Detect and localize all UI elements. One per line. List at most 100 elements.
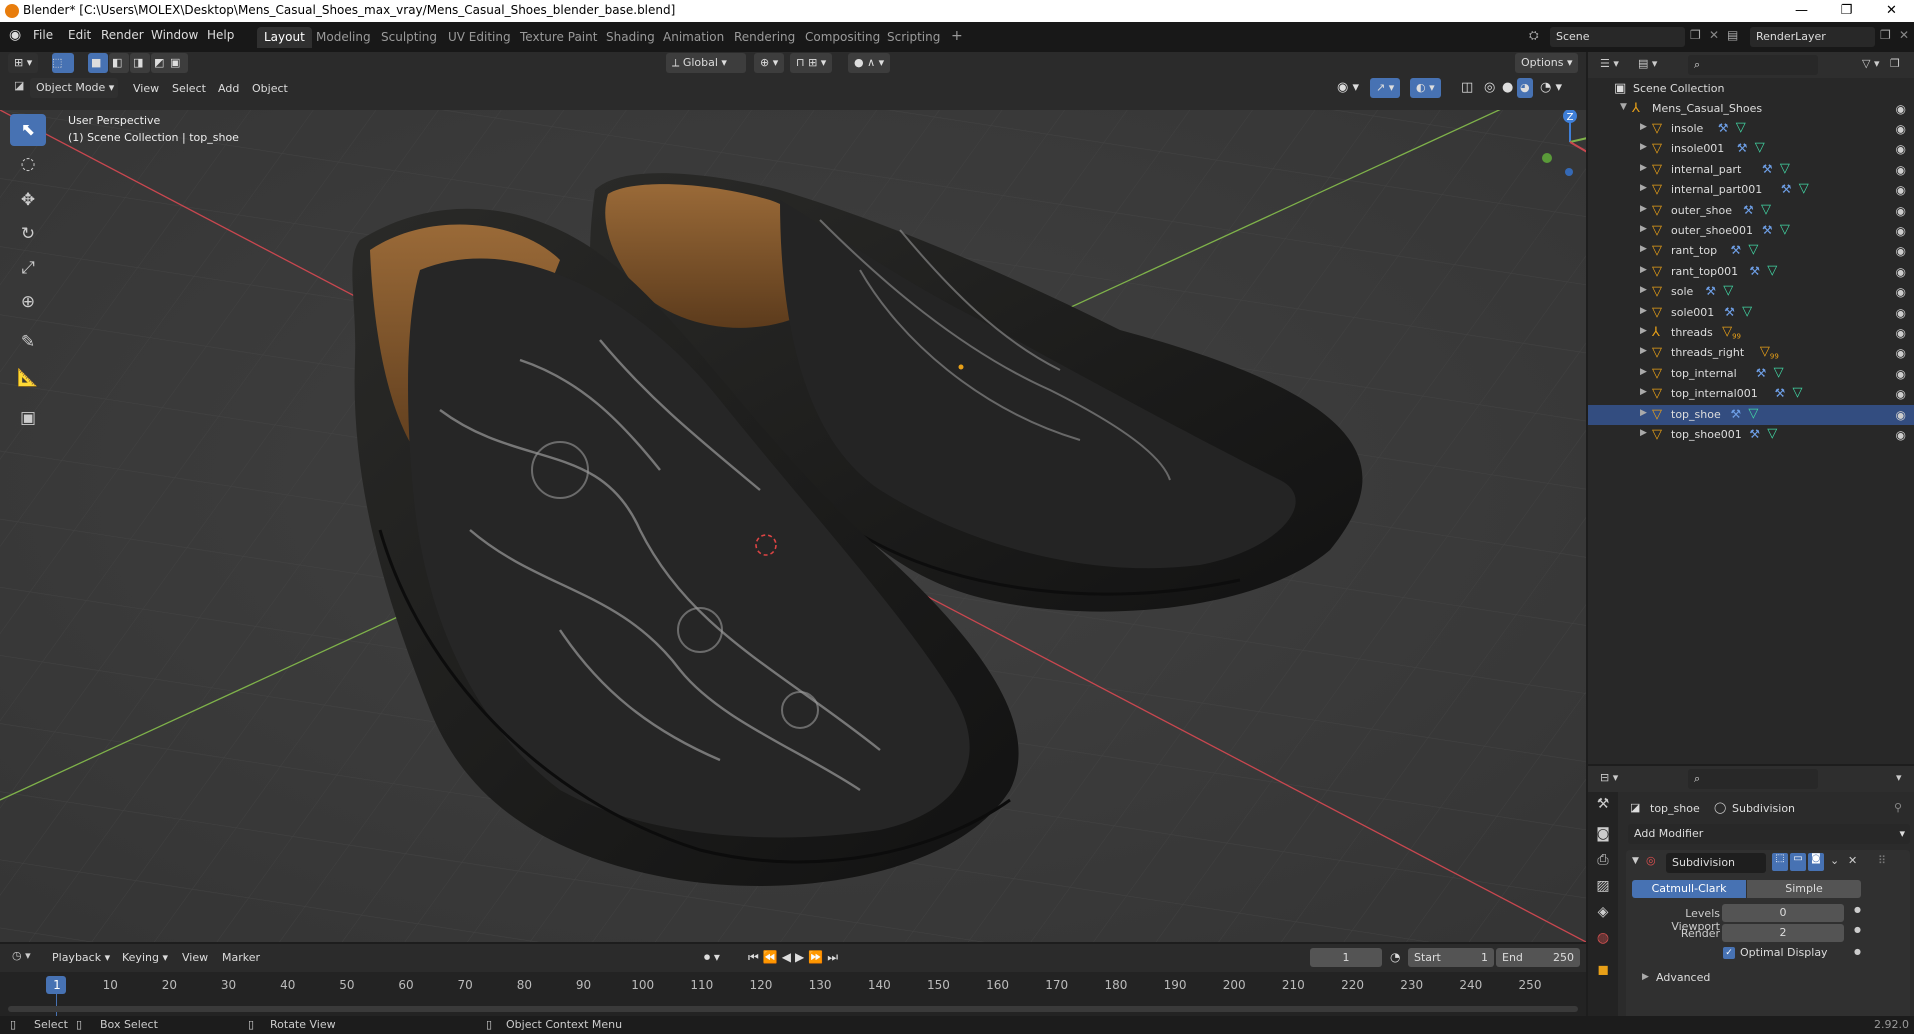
transform-orientation-dropdown[interactable]: ⟂ Global ▾: [666, 53, 746, 73]
expand-arrow-icon[interactable]: ▶: [1640, 367, 1647, 377]
catmull-clark-toggle[interactable]: Catmull-Clark: [1632, 880, 1746, 898]
visibility-eye-icon[interactable]: ◉: [1896, 346, 1906, 360]
start-frame-field[interactable]: Start 1: [1408, 948, 1494, 967]
outliner-item-rant-top[interactable]: ▶ ▽ rant_top ⚒ ▽ ◉: [1588, 241, 1914, 261]
wrench-modifier-icon[interactable]: ⚒: [1705, 284, 1716, 298]
add-modifier-dropdown[interactable]: Add Modifier ▾: [1628, 824, 1910, 844]
mesh-data-icon[interactable]: ▽: [1748, 406, 1758, 421]
visibility-eye-icon[interactable]: ◉: [1896, 183, 1906, 197]
tab-compositing[interactable]: Compositing: [798, 27, 887, 48]
menu-edit[interactable]: Edit: [68, 28, 91, 42]
material-preview-icon[interactable]: ◕: [1517, 78, 1533, 98]
end-frame-field[interactable]: End 250: [1496, 948, 1580, 967]
optimal-display-checkbox[interactable]: ✓: [1723, 947, 1735, 959]
close-window-button[interactable]: ✕: [1869, 0, 1914, 22]
transform-tool-icon[interactable]: ⊕: [10, 286, 46, 318]
modifier-stack-icon[interactable]: ▽99: [1722, 324, 1741, 341]
select-new-icon[interactable]: ■: [88, 53, 108, 73]
expand-arrow-icon[interactable]: ▶: [1640, 285, 1647, 295]
prev-keyframe-icon[interactable]: ⏪: [763, 950, 782, 964]
outliner-item-top-internal[interactable]: ▶ ▽ top_internal ⚒ ▽ ◉: [1588, 364, 1914, 384]
mesh-data-icon[interactable]: ▽: [1799, 181, 1809, 196]
advanced-section-label[interactable]: Advanced: [1656, 971, 1710, 984]
menu-file[interactable]: File: [33, 28, 53, 42]
outliner-scene-collection[interactable]: ▣ Scene Collection: [1588, 79, 1914, 99]
visibility-eye-icon[interactable]: ◉: [1896, 428, 1906, 442]
next-keyframe-icon[interactable]: ⏩: [808, 950, 827, 964]
visibility-eye-icon[interactable]: ◉: [1896, 387, 1906, 401]
scene-selector[interactable]: Scene: [1550, 27, 1685, 47]
expand-arrow-icon[interactable]: ▶: [1640, 306, 1647, 316]
visibility-eye-icon[interactable]: ◉: [1896, 122, 1906, 136]
outliner-search-input[interactable]: ⌕: [1688, 55, 1818, 75]
wrench-modifier-icon[interactable]: ⚒: [1762, 162, 1773, 176]
editor-type-icon[interactable]: ⊞ ▾: [8, 53, 39, 73]
visibility-eye-icon[interactable]: ◉: [1896, 204, 1906, 218]
modifier-stack-icon[interactable]: ▽99: [1760, 344, 1779, 361]
tab-uv-editing[interactable]: UV Editing: [441, 27, 518, 48]
measure-tool-icon[interactable]: 📐: [10, 362, 46, 394]
edit-mode-toggle-icon[interactable]: ⬚: [1772, 853, 1788, 871]
display-mode-icon[interactable]: ▤ ▾: [1638, 57, 1657, 70]
outliner-item-sole001[interactable]: ▶ ▽ sole001 ⚒ ▽ ◉: [1588, 303, 1914, 323]
select-box-tool-icon[interactable]: ⬉: [10, 114, 46, 146]
gizmo-toggle-icon[interactable]: ↗ ▾: [1370, 78, 1401, 98]
wrench-modifier-icon[interactable]: ⚒: [1718, 121, 1729, 135]
outliner-item-outer-shoe[interactable]: ▶ ▽ outer_shoe ⚒ ▽ ◉: [1588, 201, 1914, 221]
keyframe-dot-icon[interactable]: ●: [1854, 947, 1861, 956]
expand-arrow-icon[interactable]: ▶: [1640, 204, 1647, 214]
menu-render[interactable]: Render: [101, 28, 144, 42]
select-extend-icon[interactable]: ◧: [109, 53, 129, 73]
outliner-editor-icon[interactable]: ☰ ▾: [1600, 57, 1619, 70]
timeline-view-menu[interactable]: View: [182, 951, 208, 964]
play-reverse-icon[interactable]: ◀: [782, 950, 795, 964]
wrench-modifier-icon[interactable]: ⚒: [1743, 203, 1754, 217]
scale-tool-icon[interactable]: ⤢: [10, 252, 46, 284]
mesh-data-icon[interactable]: ▽: [1780, 222, 1790, 237]
new-view-layer-icon[interactable]: ❐: [1880, 28, 1891, 42]
viewport-toggle-icon[interactable]: ▭: [1790, 853, 1806, 871]
timeline-editor-icon[interactable]: ◷ ▾: [12, 949, 31, 962]
proportional-edit-icon[interactable]: ● ∧ ▾: [848, 53, 891, 73]
wrench-modifier-icon[interactable]: ⚒: [1762, 223, 1773, 237]
tool-tab-icon[interactable]: ⚒: [1591, 792, 1615, 816]
mesh-data-icon[interactable]: ▽: [1767, 263, 1777, 278]
navigation-gizmo[interactable]: Z Y X: [1530, 110, 1586, 182]
move-tool-icon[interactable]: ✥: [10, 184, 46, 216]
outliner-item-internal-part001[interactable]: ▶ ▽ internal_part001 ⚒ ▽ ◉: [1588, 180, 1914, 200]
mesh-data-icon[interactable]: ▽: [1748, 242, 1758, 257]
mesh-data-icon[interactable]: ▽: [1761, 202, 1771, 217]
gizmo-neg-z-icon[interactable]: [1565, 168, 1573, 176]
rendered-shading-icon[interactable]: ◔ ▾: [1540, 80, 1562, 95]
annotate-tool-icon[interactable]: ✎: [10, 326, 46, 358]
mesh-data-icon[interactable]: ▽: [1780, 161, 1790, 176]
view-menu[interactable]: View: [133, 82, 159, 95]
visibility-eye-icon[interactable]: ◉: [1896, 244, 1906, 258]
wrench-modifier-icon[interactable]: ⚒: [1749, 264, 1760, 278]
expand-arrow-icon[interactable]: ▶: [1640, 122, 1647, 132]
expand-arrow-icon[interactable]: ▶: [1640, 265, 1647, 275]
tab-modeling[interactable]: Modeling: [309, 27, 378, 48]
playback-menu[interactable]: Playback ▾: [52, 951, 110, 964]
properties-editor-icon[interactable]: ⊟ ▾: [1600, 771, 1618, 784]
outliner-item-outer-shoe001[interactable]: ▶ ▽ outer_shoe001 ⚒ ▽ ◉: [1588, 221, 1914, 241]
levels-viewport-field[interactable]: 0: [1722, 904, 1844, 922]
visibility-eye-icon[interactable]: ◉: [1896, 163, 1906, 177]
render-toggle-icon[interactable]: ◙: [1808, 853, 1824, 871]
expand-arrow-icon[interactable]: ▶: [1640, 224, 1647, 234]
rotate-tool-icon[interactable]: ↻: [10, 218, 46, 250]
view-layer-tab-icon[interactable]: ▨: [1591, 874, 1615, 898]
menu-help[interactable]: Help: [207, 28, 234, 42]
expand-arrow-icon[interactable]: ▶: [1640, 163, 1647, 173]
solid-shading-icon[interactable]: ●: [1502, 80, 1513, 95]
jump-end-icon[interactable]: ⏭: [827, 950, 842, 964]
delete-scene-icon[interactable]: ✕: [1709, 28, 1719, 42]
expand-arrow-icon[interactable]: ▶: [1640, 244, 1647, 254]
wrench-modifier-icon[interactable]: ⚒: [1724, 305, 1735, 319]
scene-tab-icon[interactable]: ◈: [1591, 900, 1615, 924]
expand-arrow-icon[interactable]: ▶: [1640, 428, 1647, 438]
modifier-menu-chevron-icon[interactable]: ⌄: [1830, 854, 1839, 867]
drag-handle-icon[interactable]: ⠿: [1878, 854, 1886, 867]
wrench-modifier-icon[interactable]: ⚒: [1781, 182, 1792, 196]
cursor-tool-icon[interactable]: ◌: [10, 148, 46, 180]
